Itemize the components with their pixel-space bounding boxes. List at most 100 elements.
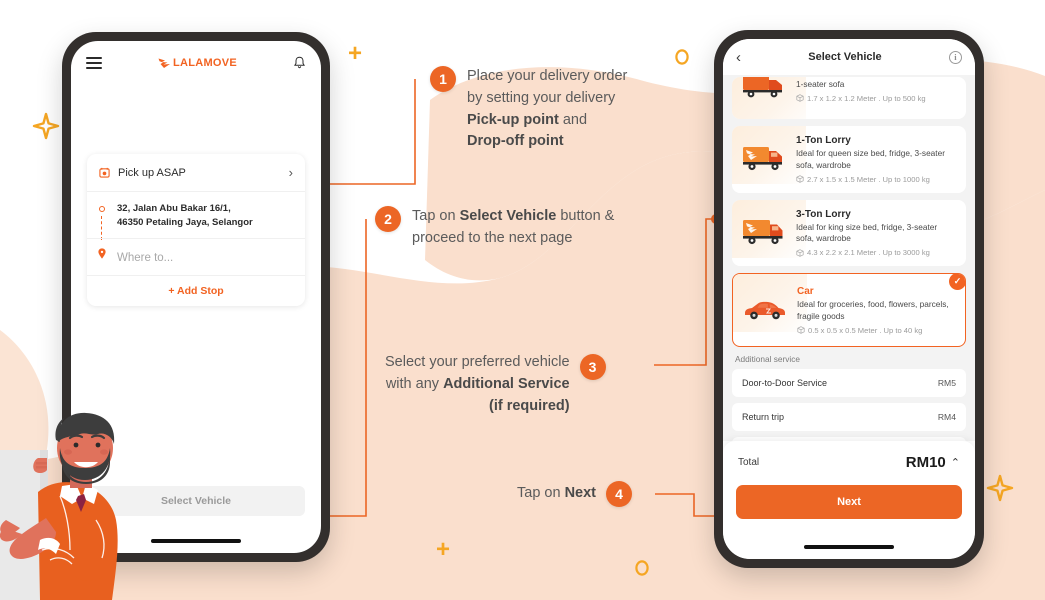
chevron-right-icon: › <box>288 165 293 180</box>
annotation-3-text: Select your preferred vehicle with any A… <box>385 352 570 417</box>
left-app-topbar: LALAMOVE <box>71 41 321 85</box>
vehicle-dims-row: 2.7 x 1.5 x 1.5 Meter . Up to 1000 kg <box>796 175 957 184</box>
annotation-2-post: button & <box>556 208 615 224</box>
service-name: Door-to-Door Service <box>742 377 828 388</box>
annotation-2: 2 Tap on Select Vehicle button & proceed… <box>375 206 614 250</box>
annotation-3-pre: with any <box>385 375 444 392</box>
box-icon <box>796 248 804 257</box>
service-price: RM4 <box>937 411 956 422</box>
total-row[interactable]: Total RM10 ⌃ <box>736 454 962 471</box>
annotation-3-line2: with any Additional Service <box>385 374 570 396</box>
infographic-canvas: + + LALAMOVE Pick up ASAP › 32, Jalan Ab… <box>0 0 1045 600</box>
vehicle-dims-row: 4.3 x 2.2 x 2.1 Meter . Up to 3000 kg <box>796 248 957 257</box>
annotation-2-line1: Tap on Select Vehicle button & <box>412 206 614 228</box>
annotation-1-line4: Drop-off point <box>467 131 627 153</box>
vehicle-card-3-ton-lorry[interactable]: 3-Ton Lorry Ideal for king size bed, fri… <box>732 199 966 267</box>
info-icon[interactable]: i <box>948 50 962 64</box>
select-vehicle-topbar: ‹ Select Vehicle i <box>723 39 975 75</box>
annotation-badge-4: 4 <box>606 481 633 507</box>
vehicle-dims-text: 2.7 x 1.5 x 1.5 Meter . Up to 1000 kg <box>807 174 930 184</box>
annotation-4: Tap on Next 4 <box>517 481 633 507</box>
vehicle-name: 1-Ton Lorry <box>796 135 851 146</box>
vehicle-card-car[interactable]: ✓ Car Ideal for groceries, food, flowers… <box>732 273 966 347</box>
service-name: Return trip <box>742 411 785 422</box>
annotation-2-pre: Tap on <box>412 208 460 224</box>
annotation-1: 1 Place your delivery order by setting y… <box>430 66 627 153</box>
annotation-4-pre: Tap on <box>517 485 565 502</box>
home-indicator <box>804 545 894 549</box>
lalamove-logo: LALAMOVE <box>158 57 237 69</box>
circle-top-icon <box>674 48 690 71</box>
order-details-card: Pick up ASAP › 32, Jalan Abu Bakar 16/1,… <box>87 154 305 306</box>
annotation-1-text: Place your delivery order by setting you… <box>467 66 627 153</box>
vehicle-dims-text: 0.5 x 0.5 x 0.5 Meter . Up to 40 kg <box>808 325 923 335</box>
car-illustration <box>742 285 790 327</box>
vehicle-desc: Ideal for king size bed, fridge, 3-seate… <box>796 221 938 244</box>
vehicle-list-scroll[interactable]: 1-seater sofa 1.7 x 1.2 x 1.2 Meter . Up… <box>723 75 975 441</box>
dropoff-placeholder-text: Where to... <box>117 251 174 264</box>
annotation-badge-1: 1 <box>430 66 456 92</box>
vehicle-desc: Ideal for groceries, food, flowers, parc… <box>797 299 949 321</box>
vehicle-card-1-ton-lorry[interactable]: 1-Ton Lorry Ideal for queen size bed, fr… <box>732 126 966 193</box>
location-pin-icon <box>98 247 106 259</box>
vehicle-dims-row: 1.7 x 1.2 x 1.2 Meter . Up to 500 kg <box>796 94 957 103</box>
pickup-dot-icon <box>99 206 105 212</box>
annotation-1-bold-dropoff: Drop-off point <box>467 133 564 150</box>
service-price: RM5 <box>937 377 956 388</box>
vehicle-dims-text: 4.3 x 2.2 x 2.1 Meter . Up to 3000 kg <box>807 248 930 258</box>
annotation-3-bold: Additional Service <box>443 375 570 392</box>
additional-service-title: Additional service <box>735 353 801 364</box>
checkout-footer: Total RM10 ⌃ Next <box>723 441 975 559</box>
dropoff-address-row[interactable]: Where to... <box>87 237 305 275</box>
annotation-4-bold: Next <box>564 485 597 502</box>
notification-bell-icon[interactable] <box>293 56 306 70</box>
right-phone-screen: ‹ Select Vehicle i 1-seater sofa 1.7 x 1… <box>723 39 975 559</box>
annotation-3-line1: Select your preferred vehicle <box>385 354 570 370</box>
total-amount: RM10 <box>905 454 946 471</box>
annotation-4-text: Tap on Next <box>517 483 596 505</box>
annotation-3-line3: (if required) <box>385 396 570 418</box>
home-indicator <box>151 539 241 543</box>
plus-bottom-icon: + <box>436 536 451 563</box>
annotation-1-bold-pickup: Pick-up point <box>467 111 559 128</box>
vehicle-card-partial[interactable]: 1-seater sofa 1.7 x 1.2 x 1.2 Meter . Up… <box>732 77 966 119</box>
annotation-3-bold2: (if required) <box>489 397 570 414</box>
sparkle-right-icon <box>986 474 1014 507</box>
service-row-return-trip[interactable]: Return trip RM4 <box>732 402 966 431</box>
pickup-address-line2: 46350 Petaling Jaya, Selangor <box>117 216 253 228</box>
box-icon <box>797 326 805 334</box>
lalamove-logo-text: LALAMOVE <box>172 57 238 69</box>
lalamove-bird-icon <box>158 58 170 68</box>
clock-icon <box>99 167 110 178</box>
box-icon <box>796 94 804 103</box>
hamburger-icon[interactable] <box>86 57 102 69</box>
annotation-1-and: and <box>558 111 588 128</box>
next-button[interactable]: Next <box>736 485 962 519</box>
annotation-1-line3: Pick-up point and <box>467 110 627 132</box>
annotation-1-line2: by setting your delivery <box>467 89 616 106</box>
lorry-illustration <box>741 77 789 107</box>
annotation-2-text: Tap on Select Vehicle button & proceed t… <box>412 206 614 250</box>
vehicle-name: 3-Ton Lorry <box>796 208 851 220</box>
vehicle-dims-text: 1.7 x 1.2 x 1.2 Meter . Up to 500 kg <box>807 93 926 103</box>
add-stop-button[interactable]: + Add Stop <box>87 274 305 306</box>
lorry-illustration <box>741 134 789 180</box>
pickup-address-row[interactable]: 32, Jalan Abu Bakar 16/1, 46350 Petaling… <box>87 192 305 240</box>
chevron-up-icon[interactable]: ⌃ <box>951 456 960 469</box>
sparkle-left-icon <box>32 112 60 145</box>
annotation-3: Select your preferred vehicle with any A… <box>385 352 606 417</box>
right-phone-mockup: ‹ Select Vehicle i 1-seater sofa 1.7 x 1… <box>714 30 984 568</box>
back-chevron-icon[interactable]: ‹ <box>736 50 741 65</box>
pickup-time-label: Pick up ASAP <box>118 166 186 179</box>
circle-bottom-icon <box>634 559 650 582</box>
lorry-illustration <box>741 208 789 254</box>
service-row-door-to-door[interactable]: Door-to-Door Service RM5 <box>732 368 966 397</box>
vehicle-desc: Ideal for queen size bed, fridge, 3-seat… <box>796 148 945 170</box>
annotation-2-bold: Select Vehicle <box>459 208 557 224</box>
route-dash-line <box>101 216 103 240</box>
box-icon <box>796 175 804 183</box>
vehicle-name: Car <box>797 286 814 298</box>
pickup-time-row[interactable]: Pick up ASAP › <box>87 154 305 192</box>
vehicle-dims-row: 0.5 x 0.5 x 0.5 Meter . Up to 40 kg <box>797 326 956 335</box>
total-label: Total <box>738 457 760 468</box>
